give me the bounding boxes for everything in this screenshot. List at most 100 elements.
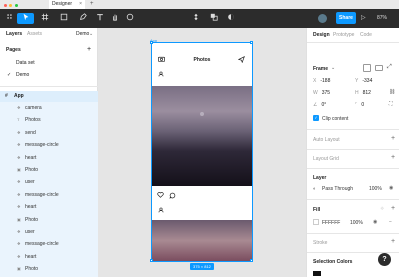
clip-content-checkbox[interactable]: ✓ [313, 115, 319, 121]
comment-tool-icon[interactable] [125, 13, 135, 24]
close-window-icon[interactable] [4, 4, 7, 7]
page-item-demo[interactable]: ✓ Demo [0, 70, 98, 81]
message-circle-icon[interactable] [169, 192, 176, 201]
heart-icon[interactable] [157, 192, 164, 200]
frame-type-dropdown[interactable]: Frame [313, 66, 328, 72]
width-field[interactable]: W 375 [313, 89, 330, 97]
chevron-down-icon[interactable]: ⌄ [89, 31, 93, 37]
component-icon[interactable] [191, 13, 201, 24]
text-tool-icon[interactable] [95, 13, 105, 24]
main-menu-icon[interactable] [5, 13, 13, 24]
fill-heading: Fill [313, 207, 321, 213]
blend-mode-dropdown[interactable]: Pass Through [322, 186, 353, 192]
frame-tool-icon[interactable] [38, 13, 52, 24]
page-item-data-set[interactable]: Data set [0, 58, 98, 69]
layer-item[interactable]: ❖ message-circle [0, 189, 98, 201]
layer-item[interactable]: ❖ heart [0, 201, 98, 213]
fill-hex[interactable]: FFFFFF [322, 220, 340, 226]
layer-item[interactable]: ❖ message-circle [0, 139, 98, 151]
add-stroke-button[interactable]: + [391, 238, 395, 245]
component-instance-icon: ❖ [17, 228, 21, 234]
add-fill-button[interactable]: + [391, 205, 395, 212]
layer-item-label: user [25, 179, 35, 186]
selection-colors-label: Selection Colors [313, 259, 353, 265]
resize-handle[interactable] [150, 259, 153, 262]
divider [307, 149, 399, 150]
present-icon[interactable]: ▷ [361, 13, 366, 24]
shape-tool-icon[interactable] [57, 13, 71, 24]
layer-item[interactable]: ❖ heart [0, 152, 98, 164]
lock-ratio-icon[interactable]: ⛓ [389, 89, 395, 95]
eye-icon[interactable]: ◉ [373, 219, 377, 225]
left-panel-tabs: Layers Assets Demo ⌄ [0, 28, 97, 40]
page-selector[interactable]: Demo [76, 31, 89, 37]
tab-layers[interactable]: Layers [6, 31, 22, 37]
layer-item[interactable]: ❖ user [0, 176, 98, 188]
layer-item-app[interactable]: # App [0, 91, 98, 102]
x-field[interactable]: X -188 [313, 77, 330, 85]
component-instance-icon: ❖ [17, 142, 21, 148]
layer-item[interactable]: ❖ message-circle [0, 238, 98, 250]
user-icon[interactable] [158, 207, 164, 215]
new-tab-button[interactable]: + [90, 0, 94, 9]
eye-icon[interactable]: ◉ [389, 185, 393, 191]
add-layout-grid-button[interactable]: + [391, 154, 395, 161]
tab-code[interactable]: Code [360, 32, 372, 38]
y-value: -334 [362, 78, 373, 84]
styles-icon[interactable]: ⁘ [380, 206, 384, 212]
layer-opacity[interactable]: 100% [369, 186, 382, 192]
rotation-value: 0° [321, 102, 327, 108]
canvas[interactable]: App Photos 375 × 812 [98, 28, 306, 277]
share-button[interactable]: Share [336, 12, 356, 24]
selection-color-swatch[interactable] [313, 271, 321, 276]
resize-handle[interactable] [150, 41, 153, 44]
fill-opacity[interactable]: 100% [350, 220, 363, 226]
chevron-down-icon[interactable]: ⌄ [331, 65, 335, 71]
rotation-field[interactable]: ∠ 0° [313, 101, 326, 109]
user-avatar[interactable] [318, 14, 327, 23]
resize-to-fit-icon[interactable]: ⤢ [387, 64, 392, 71]
remove-fill-icon[interactable]: − [389, 219, 392, 225]
boolean-icon[interactable] [207, 13, 221, 24]
document-tab[interactable]: Designer × [49, 0, 85, 9]
layer-item[interactable]: ▣ Photo [0, 263, 98, 275]
mask-icon[interactable] [226, 13, 236, 24]
tab-assets[interactable]: Assets [27, 31, 42, 37]
add-auto-layout-button[interactable]: + [391, 135, 395, 142]
minimize-window-icon[interactable] [9, 4, 13, 7]
app-frame[interactable]: Photos [151, 42, 253, 262]
help-button[interactable]: ? [378, 253, 391, 266]
fill-color-swatch[interactable] [313, 219, 319, 225]
layer-item[interactable]: ▣ Photo [0, 164, 98, 176]
layer-item[interactable]: ❖ send [0, 127, 98, 139]
divider [307, 168, 399, 169]
hand-tool-icon[interactable] [110, 13, 120, 24]
pen-tool-icon[interactable] [76, 13, 90, 24]
layer-item[interactable]: ❖ heart [0, 251, 98, 263]
component-instance-icon: ❖ [17, 204, 21, 210]
tab-design[interactable]: Design [313, 32, 330, 38]
independent-corners-icon[interactable]: ⛶ [389, 101, 393, 107]
move-tool-icon[interactable] [17, 13, 34, 24]
add-page-button[interactable]: + [87, 46, 91, 53]
resize-handle[interactable] [250, 41, 253, 44]
close-tab-icon[interactable]: × [79, 0, 82, 9]
zoom-level[interactable]: 87% [377, 13, 387, 24]
layer-item[interactable]: ❖ camera [0, 102, 98, 114]
portrait-icon[interactable] [363, 64, 371, 72]
layer-item[interactable]: ❖ user [0, 226, 98, 238]
layer-item[interactable]: ▣ Photo [0, 214, 98, 226]
height-field[interactable]: H 812 [355, 89, 371, 97]
layer-item-label: user [25, 228, 35, 235]
y-field[interactable]: Y -334 [355, 77, 372, 85]
layer-item-label: App [14, 93, 24, 99]
tab-prototype[interactable]: Prototype [333, 32, 354, 38]
corner-radius-field[interactable]: ⌜ 0 [355, 101, 364, 109]
user-icon[interactable] [158, 71, 164, 79]
layers-panel: Layers Assets Demo ⌄ Pages + Data set ✓ … [0, 28, 98, 277]
landscape-icon[interactable] [375, 65, 383, 71]
send-icon[interactable] [237, 55, 245, 65]
layer-item[interactable]: T Photos [0, 114, 98, 126]
resize-handle[interactable] [250, 259, 253, 262]
maximize-window-icon[interactable] [14, 4, 18, 7]
